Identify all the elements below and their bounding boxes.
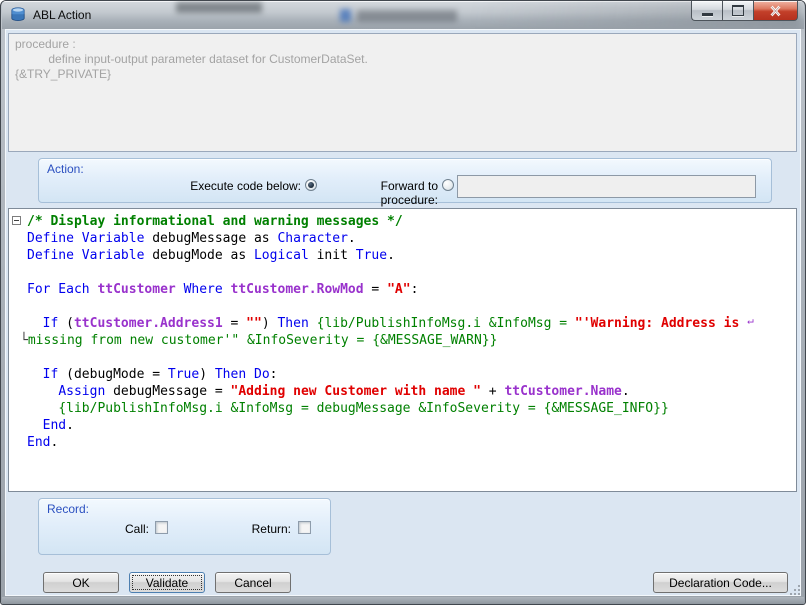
record-return-checkbox[interactable]: ✓ [298, 521, 311, 534]
maximize-button[interactable] [722, 1, 754, 21]
app-icon-database [11, 7, 25, 21]
code-line: If (ttCustomer.Address1 = "") Then {lib/… [42, 314, 754, 331]
minimize-icon [701, 13, 713, 16]
title-bar[interactable]: ABL Action [2, 1, 804, 29]
record-return-label: Return: [251, 522, 291, 536]
window-bottom-frame [2, 597, 804, 604]
record-call-checkbox[interactable]: ✓ [155, 521, 168, 534]
code-line: Define Variable debugMode as Logical ini… [27, 248, 395, 263]
validate-button[interactable]: Validate [129, 572, 205, 593]
code-line: └missing from new customer'" &InfoSeveri… [20, 333, 498, 348]
declaration-code-button[interactable]: Declaration Code... [653, 572, 788, 593]
background-window-blur [176, 2, 262, 13]
forward-procedure-input[interactable] [457, 175, 756, 198]
forward-procedure-label: Forward to procedure: [380, 179, 438, 207]
execute-code-label: Execute code below: [190, 179, 301, 193]
code-line: Define Variable debugMessage as Characte… [27, 231, 356, 246]
forward-procedure-radio[interactable] [442, 179, 454, 191]
close-icon [770, 5, 781, 16]
code-line: Assign debugMessage = "Adding new Custom… [58, 384, 630, 399]
window-title: ABL Action [33, 8, 92, 22]
code-line: {lib/PublishInfoMsg.i &InfoMsg = debugMe… [58, 401, 669, 416]
description-line: define input-output parameter dataset fo… [15, 52, 368, 66]
description-line: {&TRY_PRIVATE} [15, 67, 112, 81]
description-line: procedure : [15, 37, 76, 51]
background-window-blur [357, 10, 457, 22]
code-editor[interactable]: /* Display informational and warning mes… [8, 208, 797, 492]
record-group-label: Record: [47, 502, 90, 516]
background-window-icon-blur [340, 9, 351, 22]
procedure-description: procedure : define input-output paramete… [8, 33, 797, 152]
code-line: End. [27, 435, 59, 450]
code-line: For Each ttCustomer Where ttCustomer.Row… [27, 282, 419, 297]
fold-collapse-icon[interactable] [12, 216, 21, 225]
action-group-label: Action: [47, 162, 84, 176]
maximize-icon [732, 5, 744, 16]
code-line: End. [42, 418, 74, 433]
execute-code-radio[interactable] [305, 179, 317, 191]
cancel-button[interactable]: Cancel [215, 572, 291, 593]
code-line: /* Display informational and warning mes… [9, 213, 794, 230]
close-button[interactable] [754, 1, 798, 21]
abl-action-dialog: ABL Action procedure : define input-outp… [0, 0, 806, 605]
code-line: If (debugMode = True) Then Do: [42, 367, 278, 382]
ok-button[interactable]: OK [43, 572, 119, 593]
resize-grip[interactable] [790, 584, 801, 595]
record-call-label: Call: [124, 522, 149, 536]
minimize-button[interactable] [691, 1, 722, 21]
